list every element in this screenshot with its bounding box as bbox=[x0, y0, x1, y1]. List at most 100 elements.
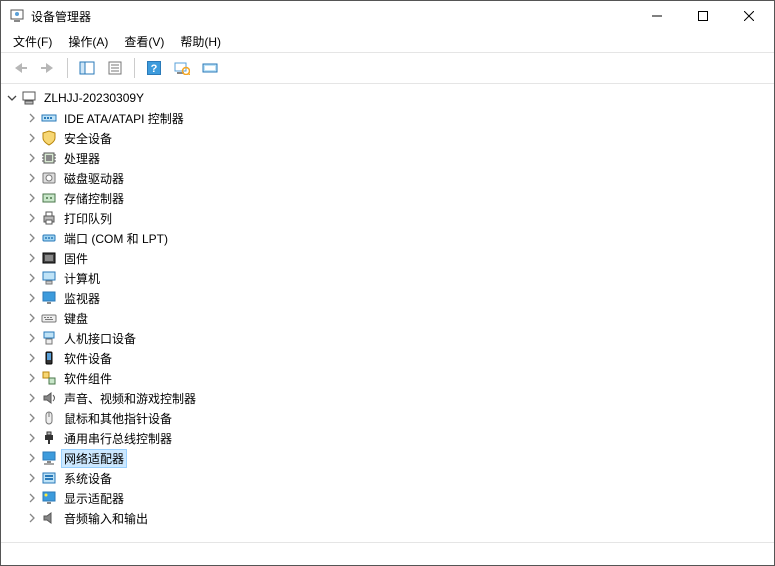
expander-icon[interactable] bbox=[25, 171, 39, 185]
tree-item[interactable]: 存储控制器 bbox=[25, 188, 774, 208]
sound-icon bbox=[41, 390, 57, 406]
titlebar: 设备管理器 bbox=[1, 1, 774, 31]
back-button bbox=[7, 56, 33, 80]
tree-item-label[interactable]: 人机接口设备 bbox=[61, 329, 139, 348]
expander-icon[interactable] bbox=[25, 411, 39, 425]
tree-item-label[interactable]: 显示适配器 bbox=[61, 489, 127, 508]
expander-icon[interactable] bbox=[25, 291, 39, 305]
tree-item[interactable]: 打印队列 bbox=[25, 208, 774, 228]
expander-icon[interactable] bbox=[25, 231, 39, 245]
tree-item-label[interactable]: 固件 bbox=[61, 249, 91, 268]
usb-icon bbox=[41, 430, 57, 446]
cpu-icon bbox=[41, 150, 57, 166]
tree-item-label[interactable]: 系统设备 bbox=[61, 469, 115, 488]
tree-item-label[interactable]: 软件组件 bbox=[61, 369, 115, 388]
expander-icon[interactable] bbox=[25, 131, 39, 145]
expander-icon[interactable] bbox=[25, 471, 39, 485]
maximize-button[interactable] bbox=[680, 1, 726, 31]
tree-item-label[interactable]: 存储控制器 bbox=[61, 189, 127, 208]
expander-icon[interactable] bbox=[25, 271, 39, 285]
tree-item-label[interactable]: 监视器 bbox=[61, 289, 103, 308]
tree-item[interactable]: 软件组件 bbox=[25, 368, 774, 388]
tree-item-label[interactable]: IDE ATA/ATAPI 控制器 bbox=[61, 109, 187, 128]
expander-icon[interactable] bbox=[25, 391, 39, 405]
tree-item-label[interactable]: 打印队列 bbox=[61, 209, 115, 228]
tree-item-label[interactable]: 音频输入和输出 bbox=[61, 509, 151, 528]
tree-item-label[interactable]: 安全设备 bbox=[61, 129, 115, 148]
tree-item-label[interactable]: 鼠标和其他指针设备 bbox=[61, 409, 175, 428]
tree-item-label[interactable]: 磁盘驱动器 bbox=[61, 169, 127, 188]
expander-icon[interactable] bbox=[25, 111, 39, 125]
tree-item-label[interactable]: 网络适配器 bbox=[61, 449, 127, 468]
tree-item[interactable]: 软件设备 bbox=[25, 348, 774, 368]
expander-icon[interactable] bbox=[25, 211, 39, 225]
menubar: 文件(F) 操作(A) 查看(V) 帮助(H) bbox=[1, 31, 774, 53]
ide-icon bbox=[41, 110, 57, 126]
tree-item-label[interactable]: 计算机 bbox=[61, 269, 103, 288]
tree-root-row[interactable]: ZLHJJ-20230309Y bbox=[5, 88, 774, 108]
help-button[interactable]: ? bbox=[141, 56, 167, 80]
tree-item[interactable]: 音频输入和输出 bbox=[25, 508, 774, 528]
tree-item[interactable]: 人机接口设备 bbox=[25, 328, 774, 348]
app-icon bbox=[9, 8, 25, 24]
menu-view[interactable]: 查看(V) bbox=[116, 31, 172, 52]
expander-icon[interactable] bbox=[25, 311, 39, 325]
statusbar bbox=[1, 542, 774, 565]
expander-icon[interactable] bbox=[25, 331, 39, 345]
hid-icon bbox=[41, 330, 57, 346]
device-tree[interactable]: ZLHJJ-20230309Y IDE ATA/ATAPI 控制器安全设备处理器… bbox=[1, 84, 774, 542]
expander-icon[interactable] bbox=[25, 151, 39, 165]
tree-item[interactable]: 显示适配器 bbox=[25, 488, 774, 508]
toolbar: ? bbox=[1, 53, 774, 84]
tree-item[interactable]: 安全设备 bbox=[25, 128, 774, 148]
menu-action[interactable]: 操作(A) bbox=[60, 31, 116, 52]
audio-icon bbox=[41, 510, 57, 526]
expander-icon[interactable] bbox=[25, 491, 39, 505]
tree-item[interactable]: 固件 bbox=[25, 248, 774, 268]
tree-item[interactable]: 声音、视频和游戏控制器 bbox=[25, 388, 774, 408]
tree-item[interactable]: 处理器 bbox=[25, 148, 774, 168]
tree-item[interactable]: 网络适配器 bbox=[25, 448, 774, 468]
expander-icon[interactable] bbox=[25, 511, 39, 525]
tree-root-label[interactable]: ZLHJJ-20230309Y bbox=[41, 90, 147, 106]
computer-icon bbox=[41, 270, 57, 286]
expander-icon[interactable] bbox=[25, 251, 39, 265]
mouse-icon bbox=[41, 410, 57, 426]
menu-file[interactable]: 文件(F) bbox=[5, 31, 60, 52]
expander-icon[interactable] bbox=[25, 451, 39, 465]
port-icon bbox=[41, 230, 57, 246]
close-button[interactable] bbox=[726, 1, 772, 31]
properties-button[interactable] bbox=[102, 56, 128, 80]
expander-icon[interactable] bbox=[25, 431, 39, 445]
tree-item[interactable]: 监视器 bbox=[25, 288, 774, 308]
tree-item[interactable]: 鼠标和其他指针设备 bbox=[25, 408, 774, 428]
add-legacy-hardware-button[interactable] bbox=[197, 56, 223, 80]
scan-hardware-button[interactable] bbox=[169, 56, 195, 80]
tree-item-label[interactable]: 软件设备 bbox=[61, 349, 115, 368]
show-hide-console-button[interactable] bbox=[74, 56, 100, 80]
tree-item-label[interactable]: 声音、视频和游戏控制器 bbox=[61, 389, 199, 408]
tree-item[interactable]: 计算机 bbox=[25, 268, 774, 288]
expander-icon[interactable] bbox=[25, 351, 39, 365]
tree-item-label[interactable]: 处理器 bbox=[61, 149, 103, 168]
menu-help[interactable]: 帮助(H) bbox=[172, 31, 229, 52]
tree-item-label[interactable]: 端口 (COM 和 LPT) bbox=[61, 229, 171, 248]
tree-item[interactable]: 磁盘驱动器 bbox=[25, 168, 774, 188]
tree-item-label[interactable]: 通用串行总线控制器 bbox=[61, 429, 175, 448]
component-icon bbox=[41, 370, 57, 386]
tree-item[interactable]: 通用串行总线控制器 bbox=[25, 428, 774, 448]
tree-item[interactable]: IDE ATA/ATAPI 控制器 bbox=[25, 108, 774, 128]
minimize-button[interactable] bbox=[634, 1, 680, 31]
disk-icon bbox=[41, 170, 57, 186]
tree-item[interactable]: 系统设备 bbox=[25, 468, 774, 488]
tree-item[interactable]: 键盘 bbox=[25, 308, 774, 328]
tree-item[interactable]: 端口 (COM 和 LPT) bbox=[25, 228, 774, 248]
tree-children: IDE ATA/ATAPI 控制器安全设备处理器磁盘驱动器存储控制器打印队列端口… bbox=[5, 108, 774, 528]
expander-icon[interactable] bbox=[25, 371, 39, 385]
expander-icon[interactable] bbox=[5, 91, 19, 105]
expander-icon[interactable] bbox=[25, 191, 39, 205]
printer-icon bbox=[41, 210, 57, 226]
system-icon bbox=[41, 470, 57, 486]
tree-item-label[interactable]: 键盘 bbox=[61, 309, 91, 328]
computer-root-icon bbox=[21, 90, 37, 106]
